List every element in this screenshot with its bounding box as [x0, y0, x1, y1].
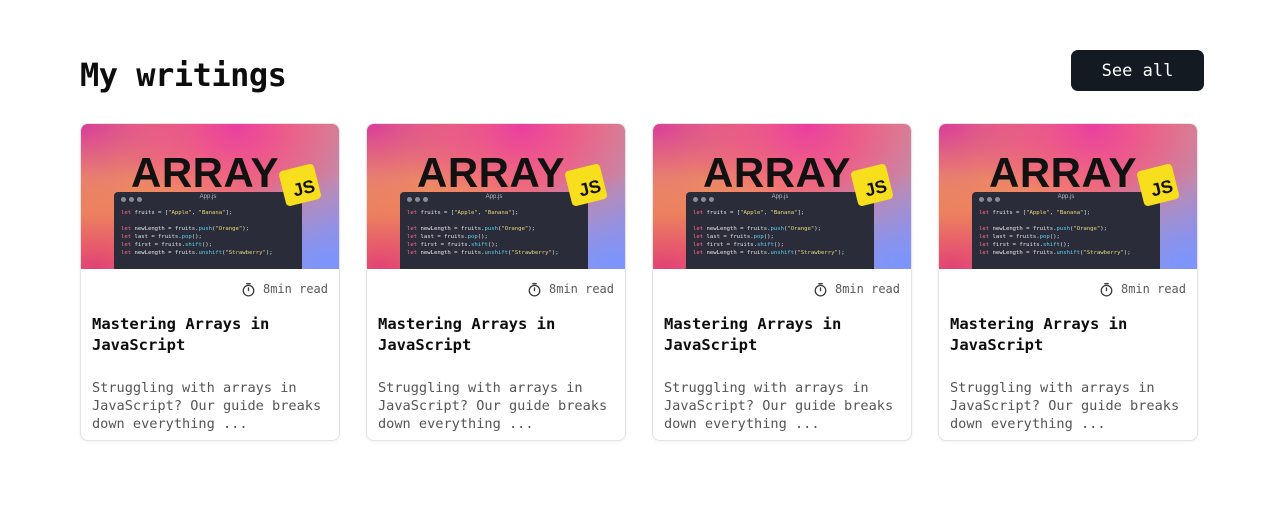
article-title[interactable]: Mastering Arrays in JavaScript: [950, 314, 1186, 356]
code-snippet: let fruits = ["Apple", "Banana"]; let ne…: [121, 210, 273, 256]
read-time-label: 8min read: [548, 282, 614, 296]
article-description: Struggling with arrays in JavaScript? Ou…: [92, 380, 322, 432]
see-all-button[interactable]: See all: [1071, 50, 1204, 91]
article-thumbnail: ARRAY App.js let fruits = ["Apple", "Ban…: [367, 124, 625, 269]
code-window-header: App.js: [400, 192, 588, 206]
thumbnail-heading: ARRAY: [703, 149, 851, 196]
thumbnail-heading: ARRAY: [989, 149, 1137, 196]
article-card[interactable]: ARRAY App.js let fruits = ["Apple", "Ban…: [366, 123, 626, 441]
code-window: App.js let fruits = ["Apple", "Banana"];…: [686, 192, 874, 269]
code-snippet: let fruits = ["Apple", "Banana"]; let ne…: [979, 210, 1131, 256]
read-time: 8min read: [378, 281, 614, 297]
timer-icon: [528, 282, 541, 297]
read-time-label: 8min read: [1120, 282, 1186, 296]
article-card[interactable]: ARRAY App.js let fruits = ["Apple", "Ban…: [80, 123, 340, 441]
code-snippet: let fruits = ["Apple", "Banana"]; let ne…: [693, 210, 845, 256]
article-title[interactable]: Mastering Arrays in JavaScript: [92, 314, 328, 356]
writings-list: ARRAY App.js let fruits = ["Apple", "Ban…: [80, 123, 1198, 441]
article-title[interactable]: Mastering Arrays in JavaScript: [378, 314, 614, 356]
code-filename: App.js: [199, 194, 217, 200]
article-thumbnail: ARRAY App.js let fruits = ["Apple", "Ban…: [653, 124, 911, 269]
section-title: My writings: [80, 56, 287, 94]
read-time: 8min read: [664, 281, 900, 297]
code-filename: App.js: [771, 194, 789, 200]
timer-icon: [814, 282, 827, 297]
js-badge-icon: JS: [278, 163, 322, 207]
article-card[interactable]: ARRAY App.js let fruits = ["Apple", "Ban…: [938, 123, 1198, 441]
code-filename: App.js: [1057, 194, 1075, 200]
read-time-label: 8min read: [834, 282, 900, 296]
article-title[interactable]: Mastering Arrays in JavaScript: [664, 314, 900, 356]
article-description: Struggling with arrays in JavaScript? Ou…: [950, 380, 1180, 432]
article-thumbnail: ARRAY App.js let fruits = ["Apple", "Ban…: [81, 124, 339, 269]
code-snippet: let fruits = ["Apple", "Banana"]; let ne…: [407, 210, 559, 256]
js-badge-icon: JS: [850, 163, 894, 207]
js-badge-icon: JS: [1136, 163, 1180, 207]
thumbnail-heading: ARRAY: [131, 149, 279, 196]
code-window: App.js let fruits = ["Apple", "Banana"];…: [114, 192, 302, 269]
read-time: 8min read: [950, 281, 1186, 297]
timer-icon: [242, 282, 255, 297]
code-window-header: App.js: [686, 192, 874, 206]
article-thumbnail: ARRAY App.js let fruits = ["Apple", "Ban…: [939, 124, 1197, 269]
article-description: Struggling with arrays in JavaScript? Ou…: [378, 380, 608, 432]
js-badge-icon: JS: [564, 163, 608, 207]
timer-icon: [1100, 282, 1113, 297]
code-window: App.js let fruits = ["Apple", "Banana"];…: [972, 192, 1160, 269]
read-time: 8min read: [92, 281, 328, 297]
read-time-label: 8min read: [262, 282, 328, 296]
code-window: App.js let fruits = ["Apple", "Banana"];…: [400, 192, 588, 269]
code-window-header: App.js: [972, 192, 1160, 206]
thumbnail-heading: ARRAY: [417, 149, 565, 196]
code-filename: App.js: [485, 194, 503, 200]
code-window-header: App.js: [114, 192, 302, 206]
article-description: Struggling with arrays in JavaScript? Ou…: [664, 380, 894, 432]
article-card[interactable]: ARRAY App.js let fruits = ["Apple", "Ban…: [652, 123, 912, 441]
